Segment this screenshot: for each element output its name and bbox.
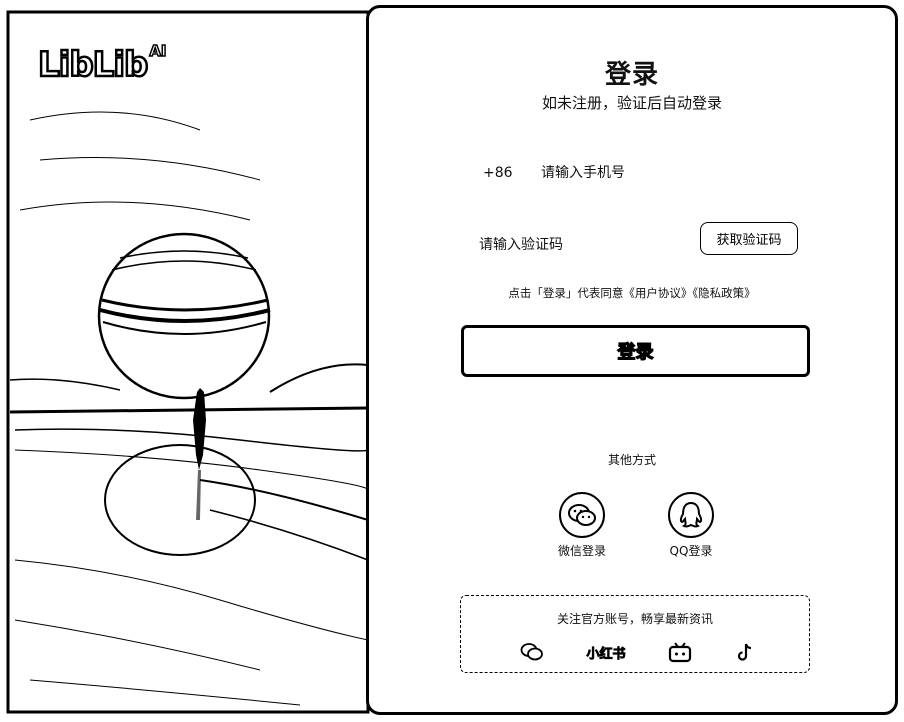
verification-code-input[interactable]: [479, 237, 679, 253]
login-modal: 登录 如未注册，验证后自动登录 +86 获取验证码 点击「登录」代表同意《用户协…: [366, 5, 898, 715]
login-subtitle: 如未注册，验证后自动登录: [541, 94, 722, 112]
qq-login-button[interactable]: QQ登录: [651, 492, 731, 559]
privacy-policy-link[interactable]: 《隐私政策》: [692, 286, 755, 300]
follow-icon-row: 小红书: [461, 640, 809, 664]
liblib-logo: LibLib AI: [37, 38, 168, 85]
logo-ai-badge: AI: [149, 41, 168, 61]
country-code[interactable]: +86: [483, 165, 541, 181]
follow-accounts-box: 关注官方账号，畅享最新资讯 小红书: [460, 595, 810, 673]
background-artwork: LibLib AI: [0, 0, 370, 722]
tiktok-icon[interactable]: [733, 640, 757, 664]
login-title: 登录: [604, 60, 659, 90]
xiaohongshu-icon[interactable]: 小红书: [581, 640, 631, 664]
login-button[interactable]: 登录: [461, 325, 810, 377]
qq-icon: [668, 492, 714, 538]
artwork-illustration: [6, 10, 370, 714]
phone-field: +86: [483, 158, 803, 188]
wechat-icon: [559, 492, 605, 538]
wechat-official-icon[interactable]: [519, 640, 545, 664]
user-agreement-link[interactable]: 《用户协议》: [623, 286, 692, 300]
logo-text: LibLib: [37, 45, 150, 85]
wechat-login-button[interactable]: 微信登录: [542, 492, 622, 559]
qq-login-label: QQ登录: [669, 544, 713, 558]
follow-text: 关注官方账号，畅享最新资讯: [556, 612, 713, 626]
get-code-button[interactable]: 获取验证码: [700, 222, 798, 255]
xiaohongshu-label: 小红书: [586, 646, 626, 662]
other-methods-label: 其他方式: [607, 453, 656, 467]
phone-input[interactable]: [541, 165, 781, 181]
bilibili-icon[interactable]: [667, 640, 693, 664]
agreement-text: 点击「登录」代表同意《用户协议》《隐私政策》: [369, 285, 895, 301]
agreement-prefix: 点击「登录」代表同意: [508, 286, 624, 300]
wechat-login-label: 微信登录: [557, 544, 606, 558]
